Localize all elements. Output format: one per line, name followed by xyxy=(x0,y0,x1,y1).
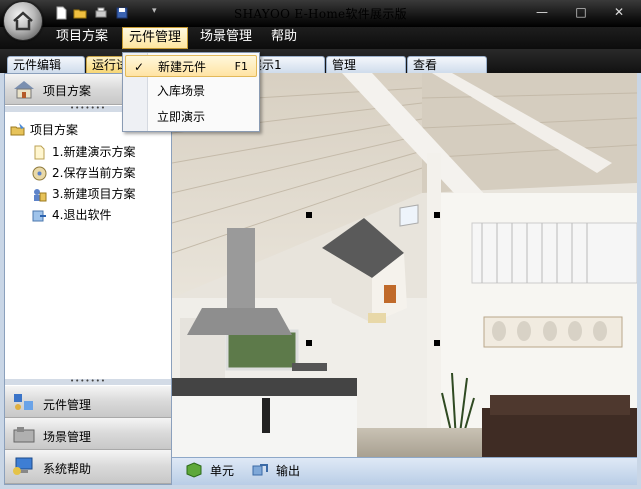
home-icon xyxy=(13,11,33,31)
checkmark-icon: ✓ xyxy=(134,60,145,74)
people-icon xyxy=(34,189,47,202)
tree-item-label: 4.退出软件 xyxy=(52,208,112,222)
tree-item-label: 1.新建演示方案 xyxy=(52,145,136,159)
house-icon xyxy=(14,81,34,99)
menu-parts[interactable]: 元件管理 xyxy=(122,27,189,49)
menu-project[interactable]: 项目方案 xyxy=(50,27,114,47)
output-button[interactable]: 输出 xyxy=(252,460,312,480)
unit-button[interactable]: 单元 xyxy=(186,460,246,480)
nav-button-scene[interactable]: 场景管理 xyxy=(5,418,171,450)
exit-icon xyxy=(32,210,46,222)
parts-menu-dropdown: ✓ 新建元件 F1 入库场景 立即演示 xyxy=(122,52,260,132)
tree-item-label: 3.新建项目方案 xyxy=(52,187,136,201)
nav-button-help[interactable]: 系统帮助 xyxy=(5,450,171,484)
selection-handle-top-right[interactable] xyxy=(434,212,440,218)
tab-view[interactable]: 查看 xyxy=(407,56,487,73)
tab-manage[interactable]: 管理 xyxy=(326,56,406,73)
menu-item-label: 新建元件 xyxy=(158,60,207,74)
app-orb-button[interactable] xyxy=(3,1,43,41)
selection-handle-bottom-right[interactable] xyxy=(434,340,440,346)
tree-root-label: 项目方案 xyxy=(30,123,79,137)
nav-button-label: 场景管理 xyxy=(43,430,92,444)
selection-handle-bottom-left[interactable] xyxy=(306,340,312,346)
help-computer-icon xyxy=(13,457,33,475)
shortcut-label: F1 xyxy=(234,60,248,73)
menu-help[interactable]: 帮助 xyxy=(265,27,303,47)
nav-button-parts[interactable]: 元件管理 xyxy=(5,386,171,418)
cube-icon xyxy=(186,462,202,478)
project-folder-icon xyxy=(10,123,25,136)
parts-icon xyxy=(14,394,33,410)
tab-part-edit[interactable]: 元件编辑 xyxy=(7,56,85,73)
disc-save-icon xyxy=(32,166,47,181)
tree-item-label: 2.保存当前方案 xyxy=(52,166,136,180)
nav-button-label: 元件管理 xyxy=(43,398,92,412)
output-label: 输出 xyxy=(276,464,301,478)
restore-button[interactable]: □ xyxy=(570,5,592,20)
new-doc-icon xyxy=(34,145,45,160)
minimize-button[interactable]: — xyxy=(531,5,553,20)
scene-icon xyxy=(13,427,35,443)
close-button[interactable]: ✕ xyxy=(608,5,630,20)
menu-item-new-part[interactable]: ✓ 新建元件 F1 xyxy=(125,55,257,77)
selection-handle-top-left[interactable] xyxy=(306,212,312,218)
unit-label: 单元 xyxy=(210,464,235,478)
menu-scene[interactable]: 场景管理 xyxy=(194,27,258,47)
menu-item-add-scene[interactable]: 入库场景 xyxy=(149,80,257,102)
panel-header-label: 项目方案 xyxy=(43,84,92,98)
menu-item-demo-now[interactable]: 立即演示 xyxy=(149,106,257,128)
panel-grip-lower[interactable]: ••••••• xyxy=(5,378,171,385)
nav-button-label: 系统帮助 xyxy=(43,462,92,476)
output-icon xyxy=(252,464,268,476)
